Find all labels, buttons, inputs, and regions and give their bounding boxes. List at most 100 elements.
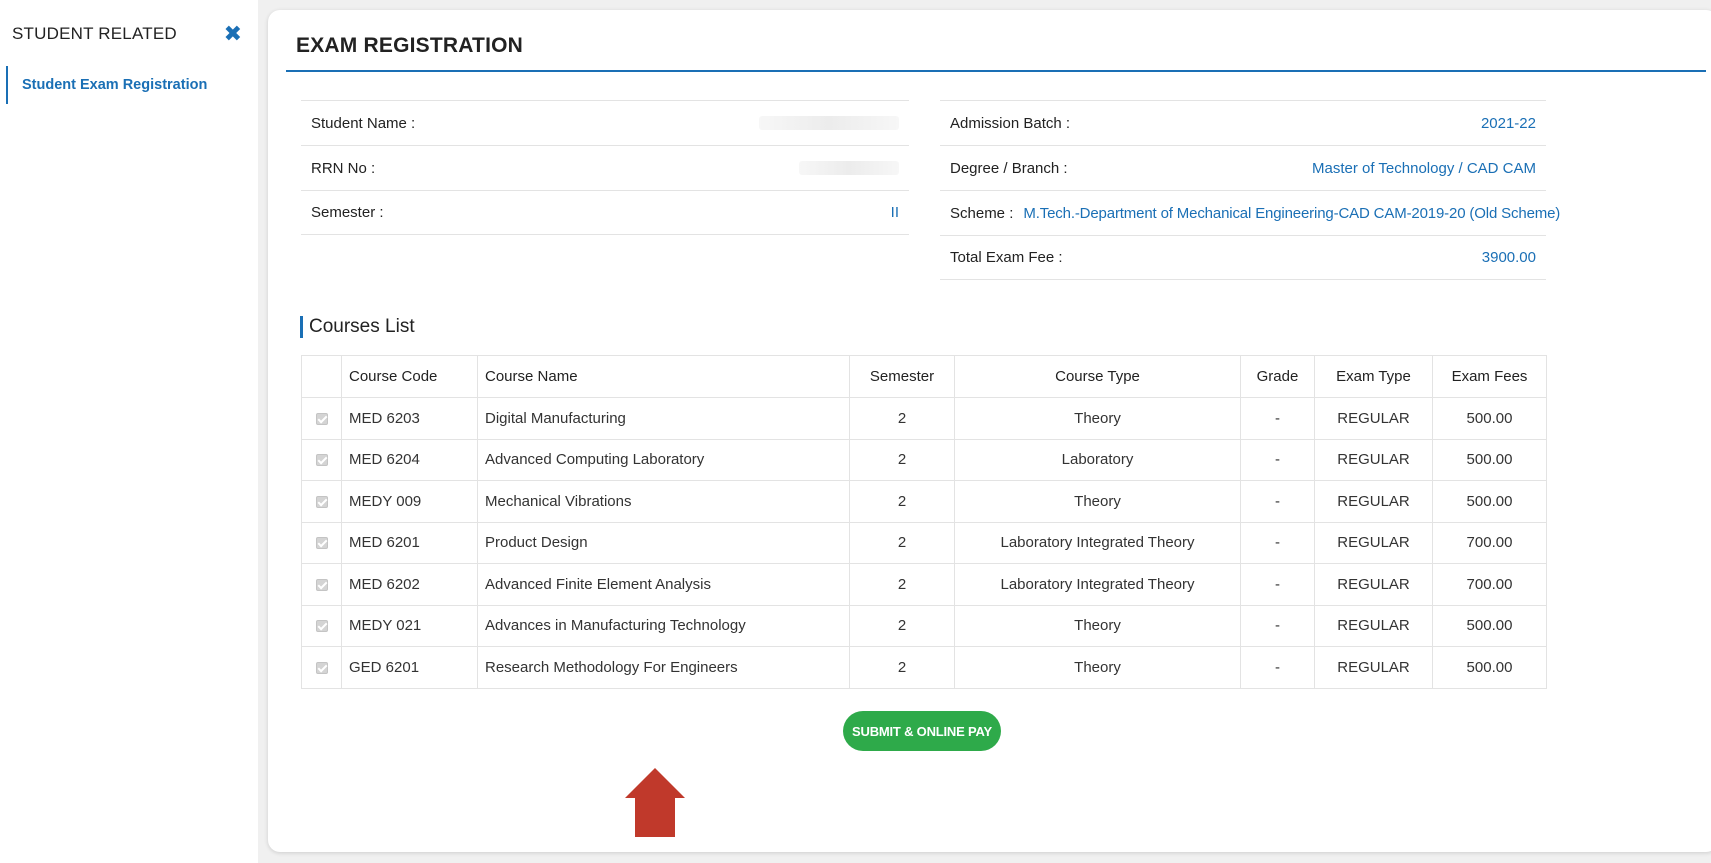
header-select: [301, 355, 342, 398]
course-grade: -: [1240, 397, 1315, 440]
course-checkbox[interactable]: [315, 495, 328, 508]
info-value: 2021-22: [1480, 114, 1536, 132]
course-exam-fees: 500.00: [1432, 397, 1547, 440]
info-row-scheme: Scheme : M.Tech.-Department of Mechanica…: [940, 190, 1560, 235]
page-title: EXAM REGISTRATION: [296, 34, 524, 57]
course-exam-fees: 700.00: [1432, 563, 1547, 606]
pointer-arrow-icon: [625, 768, 685, 798]
course-exam-type: REGULAR: [1314, 563, 1433, 606]
submit-online-pay-button[interactable]: SUBMIT & ONLINE PAY: [843, 711, 1001, 751]
course-code: MEDY 009: [341, 480, 478, 523]
info-value: 3900.00: [1481, 249, 1536, 266]
course-semester: 2: [849, 604, 955, 647]
info-label: Student Name :: [311, 114, 416, 132]
course-code: MED 6201: [341, 521, 478, 564]
course-type: Theory: [954, 480, 1241, 523]
course-name: Digital Manufacturing: [477, 397, 850, 440]
course-semester: 2: [849, 438, 955, 481]
course-checkbox[interactable]: [315, 620, 328, 633]
info-row-total-fee: Total Exam Fee : 3900.00: [940, 235, 1546, 280]
course-type: Laboratory: [954, 438, 1241, 481]
student-name-value: [759, 116, 899, 130]
course-grade: -: [1240, 521, 1315, 564]
course-exam-fees: 500.00: [1432, 646, 1547, 689]
sidebar: STUDENT RELATED ✖ Student Exam Registrat…: [0, 0, 258, 863]
sidebar-item-label: Student Exam Registration: [22, 77, 208, 93]
rrn-value: [799, 161, 899, 175]
info-label: Semester :: [311, 204, 384, 221]
courses-table: Course Code Course Name Semester Course …: [301, 355, 1547, 689]
course-exam-type: REGULAR: [1314, 397, 1433, 440]
course-semester: 2: [849, 563, 955, 606]
sidebar-item-student-exam-registration[interactable]: Student Exam Registration: [6, 66, 246, 104]
header-course-code: Course Code: [341, 355, 478, 398]
table-row: MED 6204 Advanced Computing Laboratory 2…: [301, 438, 1547, 481]
course-exam-fees: 500.00: [1432, 438, 1547, 481]
course-checkbox[interactable]: [315, 661, 328, 674]
info-value: Master of Technology / CAD CAM: [1312, 159, 1536, 177]
sidebar-title: STUDENT RELATED: [12, 24, 177, 43]
course-code: MED 6204: [341, 438, 478, 481]
header-grade: Grade: [1240, 355, 1315, 398]
course-exam-type: REGULAR: [1314, 438, 1433, 481]
course-exam-fees: 500.00: [1432, 480, 1547, 523]
course-semester: 2: [849, 397, 955, 440]
course-semester: 2: [849, 480, 955, 523]
header-course-name: Course Name: [477, 355, 850, 398]
info-row-student-name: Student Name :: [301, 100, 909, 145]
course-exam-type: REGULAR: [1314, 646, 1433, 689]
course-type: Theory: [954, 646, 1241, 689]
header-course-type: Course Type: [954, 355, 1241, 398]
close-icon[interactable]: ✖: [224, 23, 242, 45]
course-grade: -: [1240, 646, 1315, 689]
course-type: Laboratory Integrated Theory: [954, 563, 1241, 606]
course-grade: -: [1240, 604, 1315, 647]
course-exam-type: REGULAR: [1314, 521, 1433, 564]
sidebar-header: STUDENT RELATED ✖: [12, 22, 252, 46]
course-exam-type: REGULAR: [1314, 604, 1433, 647]
course-code: MED 6203: [341, 397, 478, 440]
info-label: Total Exam Fee :: [950, 249, 1063, 266]
table-row: MED 6203 Digital Manufacturing 2 Theory …: [301, 397, 1547, 440]
course-name: Advanced Computing Laboratory: [477, 438, 850, 481]
info-label: RRN No :: [311, 159, 376, 177]
course-exam-fees: 500.00: [1432, 604, 1547, 647]
info-label: Scheme :: [950, 204, 1014, 222]
table-row: MEDY 021 Advances in Manufacturing Techn…: [301, 604, 1547, 647]
table-row: MED 6202 Advanced Finite Element Analysi…: [301, 563, 1547, 606]
course-type: Laboratory Integrated Theory: [954, 521, 1241, 564]
pointer-arrow-stem: [635, 797, 675, 837]
table-row: MED 6201 Product Design 2 Laboratory Int…: [301, 521, 1547, 564]
course-checkbox[interactable]: [315, 537, 328, 550]
course-semester: 2: [849, 646, 955, 689]
course-name: Advances in Manufacturing Technology: [477, 604, 850, 647]
course-type: Theory: [954, 604, 1241, 647]
course-grade: -: [1240, 563, 1315, 606]
header-semester: Semester: [849, 355, 955, 398]
table-header-row: Course Code Course Name Semester Course …: [301, 355, 1547, 398]
info-value: II: [890, 204, 899, 221]
student-info-left: Student Name : RRN No : Semester : II: [301, 100, 909, 235]
header-exam-type: Exam Type: [1314, 355, 1433, 398]
course-exam-type: REGULAR: [1314, 480, 1433, 523]
header-exam-fees: Exam Fees: [1432, 355, 1547, 398]
course-semester: 2: [849, 521, 955, 564]
courses-heading: Courses List: [300, 316, 415, 338]
student-info-right: Admission Batch : 2021-22 Degree / Branc…: [940, 100, 1560, 280]
course-code: MED 6202: [341, 563, 478, 606]
course-code: GED 6201: [341, 646, 478, 689]
course-checkbox[interactable]: [315, 454, 328, 467]
course-name: Advanced Finite Element Analysis: [477, 563, 850, 606]
course-exam-fees: 700.00: [1432, 521, 1547, 564]
info-row-semester: Semester : II: [301, 190, 909, 235]
title-divider: [286, 70, 1706, 72]
info-row-admission-batch: Admission Batch : 2021-22: [940, 100, 1546, 145]
course-checkbox[interactable]: [315, 578, 328, 591]
main-panel: EXAM REGISTRATION Student Name : RRN No …: [268, 10, 1711, 852]
course-grade: -: [1240, 480, 1315, 523]
info-row-degree-branch: Degree / Branch : Master of Technology /…: [940, 145, 1546, 190]
table-row: GED 6201 Research Methodology For Engine…: [301, 646, 1547, 689]
course-name: Product Design: [477, 521, 850, 564]
course-checkbox[interactable]: [315, 412, 328, 425]
info-label: Admission Batch :: [950, 114, 1071, 132]
